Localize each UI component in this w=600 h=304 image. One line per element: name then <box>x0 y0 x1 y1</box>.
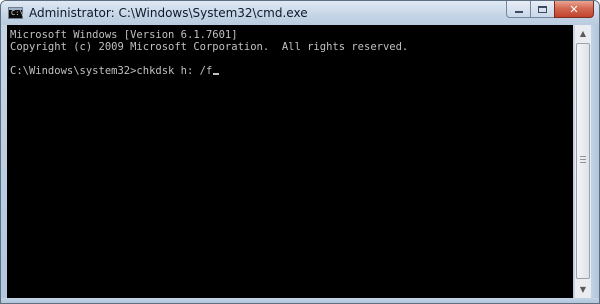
command-text: C:\Windows\system32>chkdsk h: /f <box>10 65 213 77</box>
text-cursor <box>213 73 220 75</box>
grip-line <box>580 159 586 160</box>
close-icon: ✕ <box>569 2 579 16</box>
console-output[interactable]: Microsoft Windows [Version 6.1.7601] Cop… <box>7 25 573 298</box>
minimize-icon <box>514 11 523 13</box>
prompt-glyph: C:\ <box>11 9 24 17</box>
cmd-app-icon[interactable]: C:\ <box>8 7 24 19</box>
maximize-button[interactable] <box>530 1 554 18</box>
console-line-version: Microsoft Windows [Version 6.1.7601] <box>10 29 238 41</box>
scroll-up-arrow-icon[interactable]: ▲ <box>575 25 591 42</box>
maximize-icon <box>538 5 547 13</box>
console-line-copyright: Copyright (c) 2009 Microsoft Corporation… <box>10 41 409 53</box>
vertical-scrollbar[interactable]: ▲ ▼ <box>574 25 591 298</box>
minimize-button[interactable] <box>506 1 530 18</box>
window-title: Administrator: C:\Windows\System32\cmd.e… <box>29 6 308 20</box>
cmd-window: C:\ Administrator: C:\Windows\System32\c… <box>0 0 600 304</box>
grip-line <box>580 156 586 157</box>
scroll-thumb[interactable] <box>576 43 590 279</box>
caption-buttons: ✕ <box>506 1 594 19</box>
title-bar[interactable]: C:\ Administrator: C:\Windows\System32\c… <box>1 1 599 25</box>
close-button[interactable]: ✕ <box>554 1 594 18</box>
window-frame-right <box>591 25 599 303</box>
scroll-down-arrow-icon[interactable]: ▼ <box>575 281 591 298</box>
command-prompt-line[interactable]: C:\Windows\system32>chkdsk h: /f <box>10 65 220 77</box>
grip-line <box>580 162 586 163</box>
window-frame-bottom <box>1 298 599 303</box>
